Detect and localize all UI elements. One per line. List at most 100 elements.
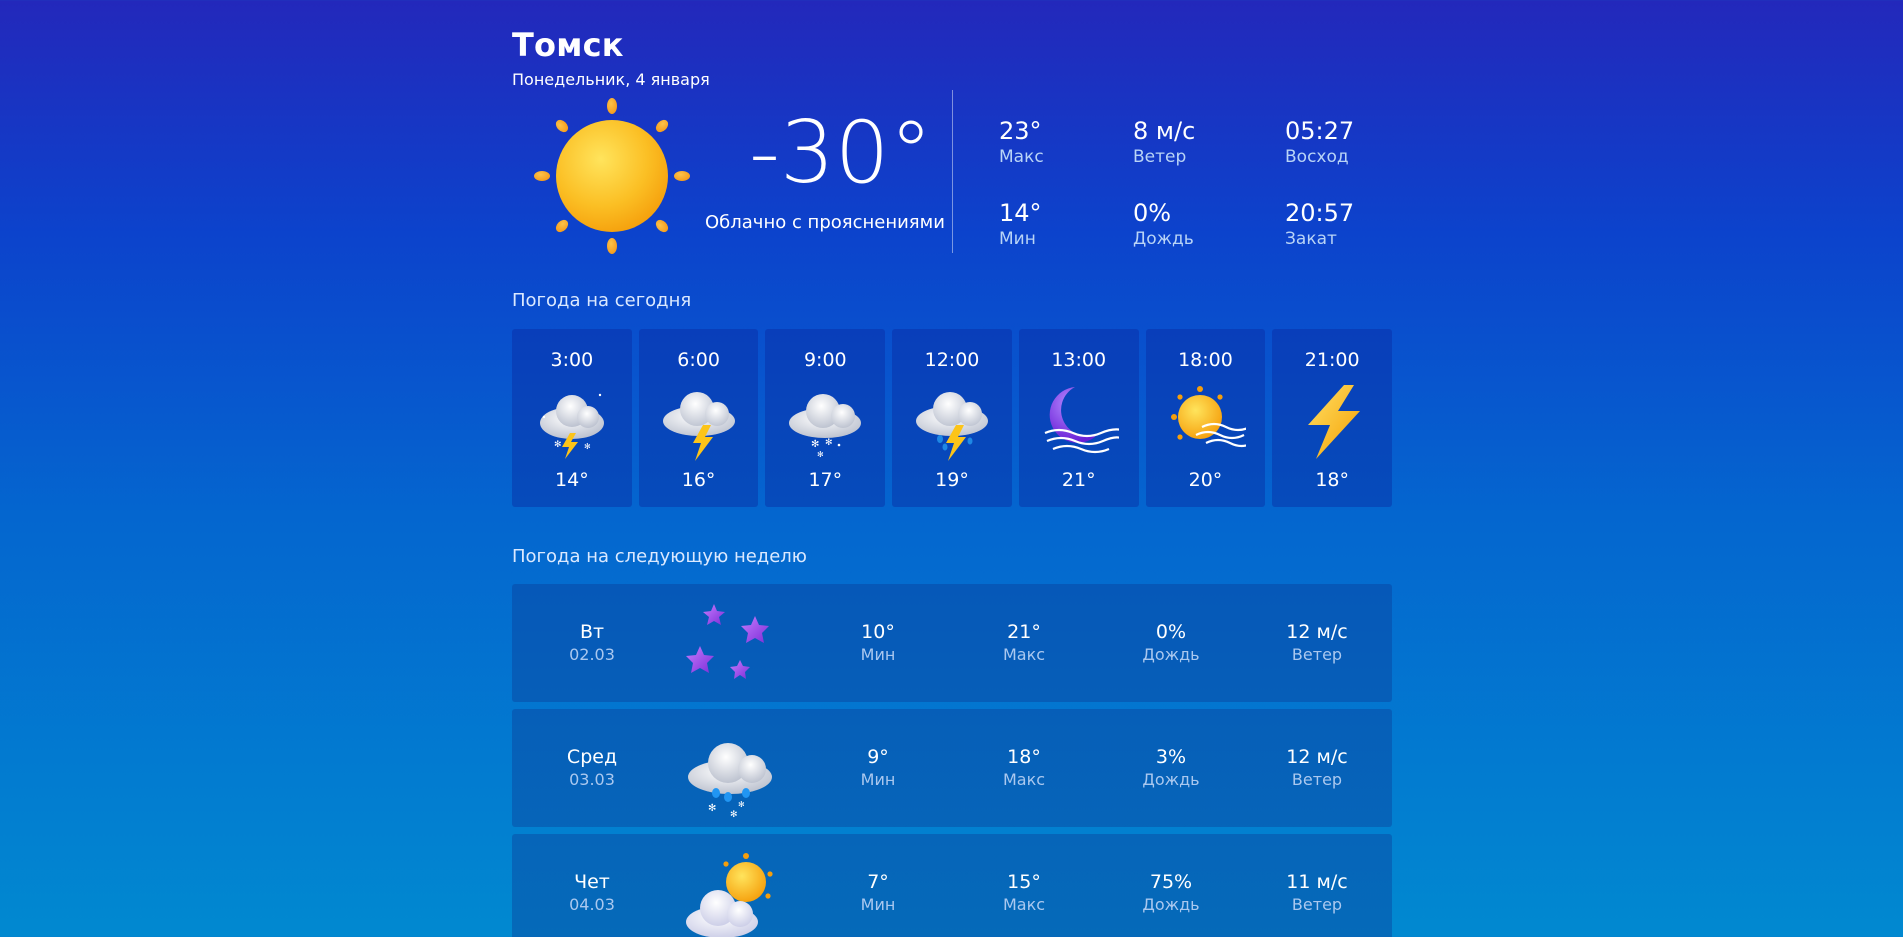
city-name: Томск (512, 26, 624, 64)
wind-value: 11 м/с (1286, 871, 1348, 893)
divider (952, 90, 953, 253)
rain-label: Дождь (1142, 894, 1200, 914)
hour-temp: 14° (555, 469, 589, 491)
rain-cell: 3% Дождь (1106, 746, 1236, 790)
rain-value: 75% (1149, 871, 1193, 893)
sun-behind-cloud-icon (682, 852, 778, 937)
min-label: Мин (860, 644, 896, 664)
hour-time: 21:00 (1304, 349, 1360, 371)
hour-time: 12:00 (924, 349, 980, 371)
max-value: 21° (1007, 621, 1041, 643)
rain-label: Дождь (1142, 644, 1200, 664)
day-cell: Сред 03.03 (527, 746, 657, 790)
moon-wind-icon (1039, 381, 1119, 461)
weekly-forecast: Вт 02.03 10° Мин 21° Макс 0% Дождь 12 м/… (512, 584, 1392, 937)
stat-label: Ветер (1133, 146, 1187, 167)
hour-temp: 20° (1188, 469, 1223, 491)
stat-min-temp: 14° Мин (999, 199, 1139, 250)
max-cell: 18° Макс (959, 746, 1089, 790)
stat-value: 05:27 (1285, 117, 1355, 145)
sleet-cloud-icon: ✻ ✻ ✻ (682, 727, 778, 823)
min-cell: 7° Мин (813, 871, 943, 915)
hour-time: 6:00 (677, 349, 720, 371)
stat-label: Восход (1285, 146, 1349, 167)
current-date: Понедельник, 4 января (512, 70, 710, 89)
svg-text:✻: ✻ (811, 439, 819, 450)
stat-wind: 8 м/с Ветер (1133, 117, 1273, 168)
day-row[interactable]: Вт 02.03 10° Мин 21° Макс 0% Дождь 12 м/… (512, 584, 1392, 702)
stat-value: 14° (999, 199, 1042, 227)
min-value: 7° (867, 871, 889, 893)
min-cell: 9° Мин (813, 746, 943, 790)
hour-card[interactable]: 21:00 18° (1272, 329, 1393, 507)
max-value: 15° (1007, 871, 1041, 893)
stat-label: Дождь (1133, 228, 1194, 249)
hour-temp: 17° (808, 469, 843, 491)
svg-text:✻: ✻ (738, 800, 745, 809)
hour-time: 3:00 (550, 349, 594, 371)
max-label: Макс (1002, 644, 1046, 664)
hour-temp: 21° (1061, 469, 1096, 491)
wind-label: Ветер (1291, 894, 1343, 914)
current-condition: Облачно с прояснениями (705, 212, 945, 233)
rain-label: Дождь (1142, 769, 1200, 789)
day-date: 02.03 (569, 644, 615, 664)
svg-text:✻: ✻ (730, 810, 738, 820)
min-cell: 10° Мин (813, 621, 943, 665)
max-cell: 21° Макс (959, 621, 1089, 665)
wind-label: Ветер (1291, 644, 1343, 664)
rain-value: 3% (1155, 746, 1187, 768)
max-cell: 15° Макс (959, 871, 1089, 915)
hour-card[interactable]: 9:00 ✻ ✻ ✻ 17° (765, 329, 886, 507)
wind-value: 12 м/с (1286, 621, 1348, 643)
hour-card[interactable]: 12:00 19° (892, 329, 1012, 507)
hour-card[interactable]: 13:00 21° (1018, 329, 1139, 507)
min-label: Мин (860, 894, 896, 914)
rain-cell: 0% Дождь (1106, 621, 1236, 665)
wind-label: Ветер (1291, 769, 1343, 789)
hour-card[interactable]: 3:00 ✻ ✻ 14° (512, 329, 632, 507)
stat-rain: 0% Дождь (1133, 199, 1273, 250)
day-cell: Вт 02.03 (527, 621, 657, 665)
day-cell: Чет 04.03 (527, 871, 657, 915)
min-label: Мин (860, 769, 896, 789)
week-section-title: Погода на следующую неделю (512, 546, 807, 567)
stat-sunrise: 05:27 Восход (1285, 117, 1425, 168)
wind-cell: 11 м/с Ветер (1252, 871, 1382, 915)
thunder-rain-cloud-icon (912, 381, 992, 461)
lightning-icon (1292, 381, 1372, 461)
hour-temp: 19° (935, 469, 969, 491)
hour-time: 9:00 (803, 349, 847, 371)
stat-value: 20:57 (1285, 199, 1355, 227)
hour-card[interactable]: 6:00 16° (638, 329, 759, 507)
stat-value: 8 м/с (1133, 117, 1196, 145)
day-row[interactable]: Сред 03.03 ✻ ✻ ✻ 9° Мин 18° Макс 3% Дожд… (512, 709, 1392, 827)
stat-value: 0% (1133, 199, 1172, 227)
today-section-title: Погода на сегодня (512, 290, 692, 311)
rain-cell: 75% Дождь (1106, 871, 1236, 915)
svg-text:✻: ✻ (708, 803, 716, 814)
wind-value: 12 м/с (1286, 746, 1348, 768)
svg-text:✻: ✻ (825, 438, 833, 448)
stat-label: Мин (999, 228, 1036, 249)
hour-card[interactable]: 18:00 20° (1145, 329, 1266, 507)
max-label: Макс (1002, 894, 1046, 914)
day-date: 04.03 (569, 894, 615, 914)
stat-max-temp: 23° Макс (999, 117, 1139, 168)
stat-sunset: 20:57 Закат (1285, 199, 1425, 250)
stat-value: 23° (999, 117, 1042, 145)
hourly-forecast: 3:00 ✻ ✻ 14° 6:00 16° 9:00 ✻ ✻ ✻ 17° 12:… (512, 329, 1393, 507)
day-row[interactable]: Чет 04.03 7° Мин 15° Макс 75% Дождь 11 м… (512, 834, 1392, 937)
day-date: 03.03 (569, 769, 615, 789)
sun-wind-icon (1166, 381, 1246, 461)
svg-text:✻: ✻ (554, 440, 562, 450)
hour-temp: 16° (681, 469, 716, 491)
min-value: 10° (861, 621, 895, 643)
stat-label: Макс (999, 146, 1044, 167)
wind-cell: 12 м/с Ветер (1252, 746, 1382, 790)
snow-cloud-icon: ✻ ✻ ✻ (785, 381, 865, 461)
sun-icon (532, 96, 692, 256)
svg-text:✻: ✻ (817, 450, 824, 459)
stat-label: Закат (1285, 228, 1337, 249)
day-name: Вт (579, 621, 605, 643)
